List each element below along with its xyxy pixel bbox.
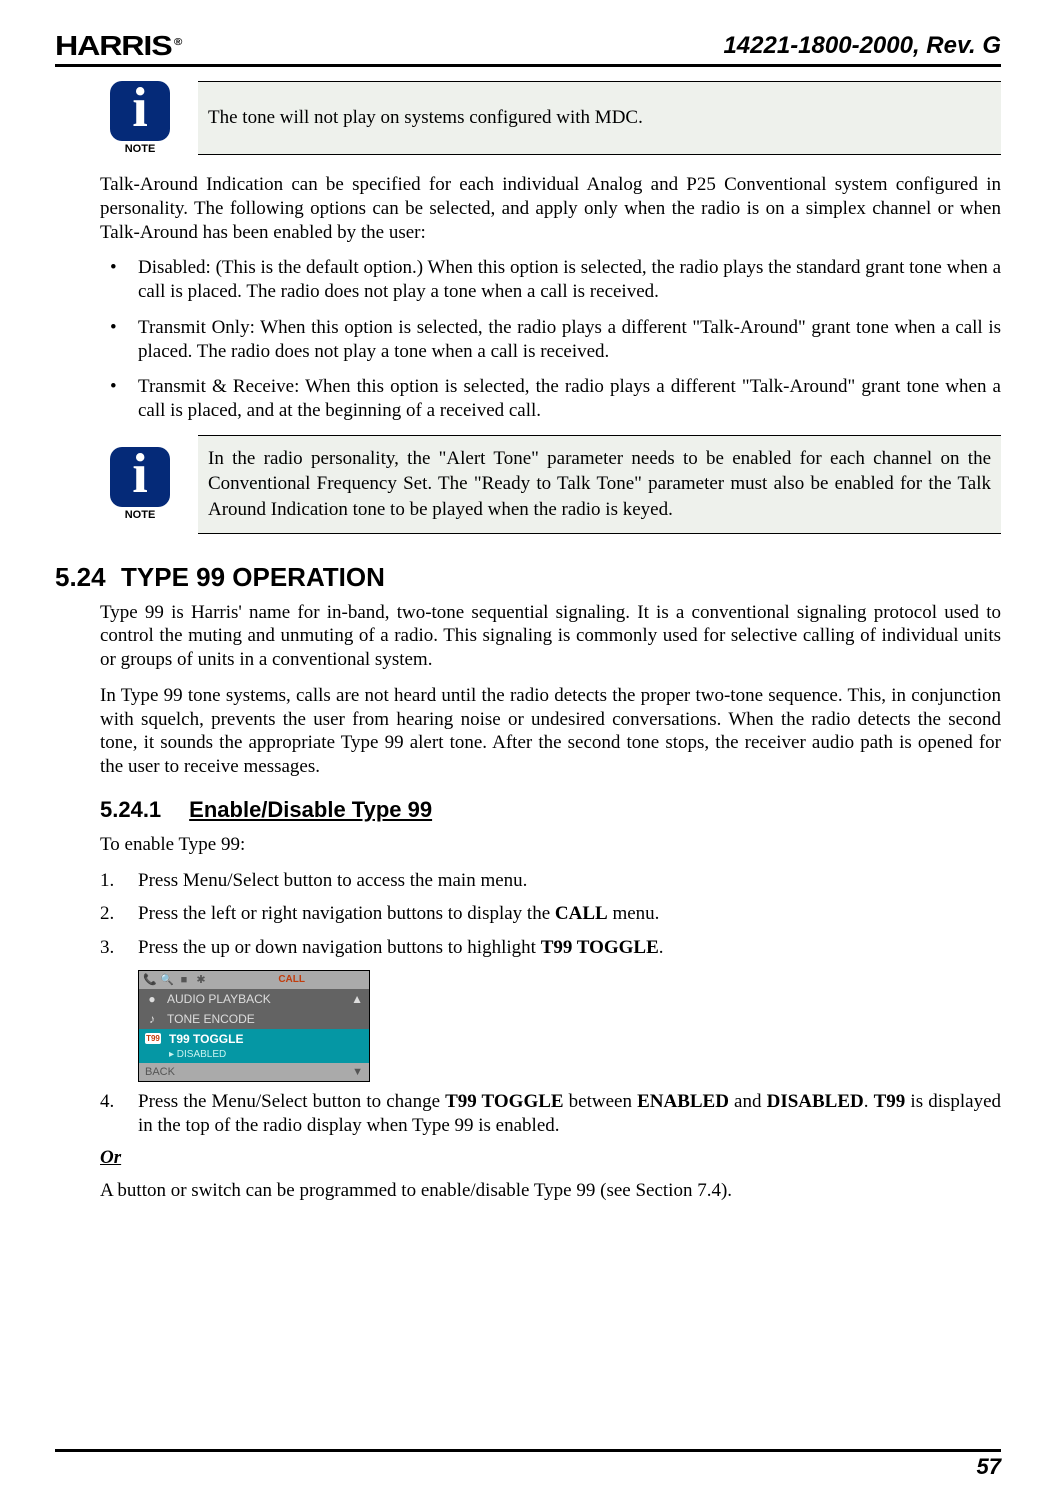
radio-menu-screenshot: 📞 🔍 ■ ✱ CALL ● AUDIO PLAYBACK ▲ ♪ TONE E…: [138, 970, 370, 1082]
chevron-down-icon: ▼: [352, 1066, 363, 1078]
note-caption: NOTE: [125, 509, 156, 521]
subsection-title: Enable/Disable Type 99: [189, 797, 432, 823]
step-text: .: [659, 937, 664, 958]
menu-row-selected: T99 T99 TOGGLE: [139, 1029, 369, 1049]
menu-rows: ● AUDIO PLAYBACK ▲ ♪ TONE ENCODE T99 T99…: [139, 989, 369, 1063]
status-icon: ■: [177, 974, 191, 986]
or-separator: Or: [100, 1147, 1001, 1169]
step-text: Press the left or right navigation butto…: [138, 903, 555, 924]
option-name: DISABLED: [767, 1091, 864, 1112]
page: HARRIS® 14221-1800-2000, Rev. G i NOTE T…: [0, 0, 1056, 1510]
note-text: In the radio personality, the "Alert Ton…: [208, 446, 991, 523]
page-content: i NOTE The tone will not play on systems…: [100, 81, 1001, 1203]
footer-divider: [55, 1449, 1001, 1452]
chevron-up-icon: ▲: [351, 992, 363, 1006]
brand-logo-text: HARRIS: [55, 30, 172, 61]
step-text: .: [864, 1091, 874, 1112]
list-item: Disabled: (This is the default option.) …: [100, 256, 1001, 304]
menu-top-bar: 📞 🔍 ■ ✱ CALL: [139, 971, 369, 989]
step-text: and: [729, 1091, 767, 1112]
menu-row-label: AUDIO PLAYBACK: [167, 992, 271, 1006]
indicator-name: T99: [874, 1091, 906, 1112]
softkey-back: BACK: [145, 1066, 175, 1078]
note-icon-cell: i NOTE: [100, 435, 180, 534]
note-body: In the radio personality, the "Alert Ton…: [198, 435, 1001, 534]
info-icon-glyph: i: [132, 446, 148, 502]
section-title: TYPE 99 OPERATION: [121, 562, 385, 593]
step-list: Press Menu/Select button to access the m…: [100, 869, 1001, 960]
status-icon: 🔍: [160, 973, 174, 986]
step-text: between: [564, 1091, 638, 1112]
row-icon: ♪: [145, 1012, 159, 1026]
menu-item-name: T99 TOGGLE: [541, 937, 659, 958]
step-text: Press the Menu/Select button to change: [138, 1091, 445, 1112]
paragraph: Talk-Around Indication can be specified …: [100, 173, 1001, 244]
list-item: Transmit & Receive: When this option is …: [100, 375, 1001, 423]
step-text: Press the up or down navigation buttons …: [138, 937, 541, 958]
t99-badge-icon: T99: [145, 1033, 161, 1044]
list-item: Press Menu/Select button to access the m…: [100, 869, 1001, 893]
note-icon-cell: i NOTE: [100, 81, 180, 155]
note-block: i NOTE The tone will not play on systems…: [100, 81, 1001, 155]
menu-row: ♪ TONE ENCODE: [139, 1009, 369, 1029]
paragraph: To enable Type 99:: [100, 833, 1001, 857]
section-heading: 5.24 TYPE 99 OPERATION: [55, 562, 1001, 593]
list-item: Transmit Only: When this option is selec…: [100, 316, 1001, 364]
paragraph: Type 99 is Harris' name for in-band, two…: [100, 601, 1001, 672]
page-header: HARRIS® 14221-1800-2000, Rev. G: [55, 30, 1001, 62]
note-text: The tone will not play on systems config…: [208, 105, 643, 131]
paragraph: In Type 99 tone systems, calls are not h…: [100, 684, 1001, 779]
info-icon: i: [110, 447, 170, 507]
note-caption: NOTE: [125, 143, 156, 155]
menu-item-name: T99 TOGGLE: [445, 1091, 563, 1112]
brand-logo: HARRIS®: [55, 30, 182, 62]
subsection-heading: 5.24.1 Enable/Disable Type 99: [100, 797, 1001, 823]
bullet-list: Disabled: (This is the default option.) …: [100, 256, 1001, 423]
note-block: i NOTE In the radio personality, the "Al…: [100, 435, 1001, 534]
menu-row-label: TONE ENCODE: [167, 1012, 255, 1026]
menu-row-label: T99 TOGGLE: [169, 1032, 243, 1046]
note-body: The tone will not play on systems config…: [198, 81, 1001, 155]
step-list-cont: Press the Menu/Select button to change T…: [100, 1090, 1001, 1138]
menu-tab-label: CALL: [278, 974, 305, 985]
info-icon: i: [110, 81, 170, 141]
paragraph: A button or switch can be programmed to …: [100, 1179, 1001, 1203]
row-icon: ●: [145, 992, 159, 1006]
document-number: 14221-1800-2000, Rev. G: [723, 32, 1001, 60]
menu-name: CALL: [555, 903, 608, 924]
section-number: 5.24: [55, 562, 107, 593]
header-divider: [55, 64, 1001, 67]
subsection-number: 5.24.1: [100, 797, 161, 823]
list-item: Press the up or down navigation buttons …: [100, 936, 1001, 960]
menu-row: ● AUDIO PLAYBACK ▲: [139, 989, 369, 1009]
page-footer: 57: [55, 1409, 1001, 1480]
menu-bottom-bar: BACK ▼: [139, 1063, 369, 1081]
status-icon: ✱: [194, 973, 208, 986]
page-number: 57: [55, 1454, 1001, 1480]
menu-row-value: ▸ DISABLED: [139, 1049, 369, 1063]
option-name: ENABLED: [637, 1091, 729, 1112]
list-item: Press the Menu/Select button to change T…: [100, 1090, 1001, 1138]
info-icon-glyph: i: [132, 80, 148, 136]
brand-logo-tm: ®: [174, 37, 182, 48]
step-text: menu.: [608, 903, 660, 924]
list-item: Press the left or right navigation butto…: [100, 902, 1001, 926]
status-icon: 📞: [143, 973, 157, 986]
